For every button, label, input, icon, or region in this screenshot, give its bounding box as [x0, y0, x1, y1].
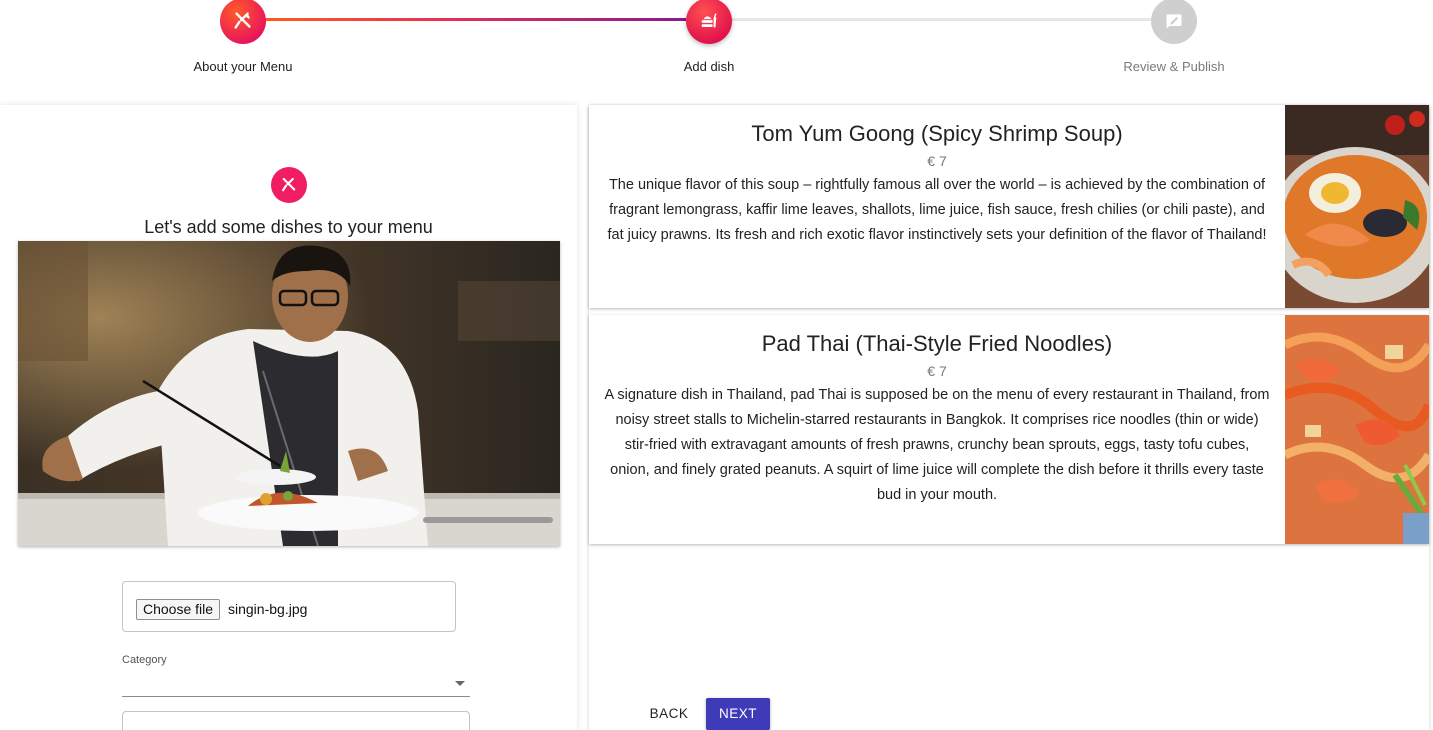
- file-upload-field[interactable]: Choose file singin-bg.jpg: [122, 581, 456, 632]
- choose-file-button[interactable]: Choose file: [136, 599, 221, 620]
- dish-name: Tom Yum Goong (Spicy Shrimp Soup): [751, 121, 1123, 146]
- step-add-dish-label: Add dish: [683, 59, 735, 74]
- section-cutlery-icon: [271, 167, 307, 203]
- add-dish-form-panel: Let's add some dishes to your menu Choos…: [0, 105, 577, 730]
- dish-info: Pad Thai (Thai-Style Fried Noodles) € 7 …: [589, 315, 1285, 508]
- dish-card[interactable]: Tom Yum Goong (Spicy Shrimp Soup) € 7 Th…: [589, 105, 1429, 308]
- soup-illustration: [1285, 105, 1429, 308]
- category-select[interactable]: [122, 671, 470, 697]
- step-review-publish-label: Review & Publish: [1123, 59, 1225, 74]
- step-about-menu-label: About your Menu: [193, 59, 293, 74]
- cutlery-icon: [234, 12, 251, 29]
- dish-image-tom-yum: [1285, 105, 1429, 308]
- step-about-menu-icon[interactable]: [220, 0, 266, 44]
- chef-plating-illustration: [18, 241, 560, 546]
- dish-price: € 7: [927, 363, 947, 379]
- step-review-publish-icon[interactable]: [1151, 0, 1197, 44]
- selected-filename: singin-bg.jpg: [228, 601, 308, 617]
- dish-name: Pad Thai (Thai-Style Fried Noodles): [761, 331, 1113, 356]
- step-connector-pending: [732, 18, 1152, 21]
- publish-icon: [1166, 14, 1182, 29]
- food-icon: [701, 13, 717, 28]
- form-heading: Let's add some dishes to your menu: [144, 217, 433, 237]
- dish-info: Tom Yum Goong (Spicy Shrimp Soup) € 7 Th…: [589, 105, 1285, 248]
- next-button[interactable]: NEXT: [706, 698, 770, 730]
- dish-name-field[interactable]: [122, 711, 470, 730]
- step-add-dish-icon[interactable]: [686, 0, 732, 44]
- dish-image-pad-thai: [1285, 315, 1429, 544]
- category-label: Category: [122, 654, 167, 666]
- dish-description: The unique flavor of this soup – rightfu…: [607, 177, 1267, 243]
- back-button[interactable]: BACK: [641, 698, 697, 730]
- chevron-down-icon: [455, 681, 465, 686]
- chef-image: [18, 241, 560, 546]
- dish-price: € 7: [927, 153, 947, 169]
- cutlery-glyph: [281, 177, 296, 192]
- noodles-illustration: [1285, 315, 1429, 544]
- dish-description: A signature dish in Thailand, pad Thai i…: [604, 387, 1270, 503]
- dish-preview-panel: Tom Yum Goong (Spicy Shrimp Soup) € 7 Th…: [589, 105, 1429, 730]
- stepper: About your Menu Add dish Review & Publis…: [0, 0, 1433, 100]
- dish-card[interactable]: Pad Thai (Thai-Style Fried Noodles) € 7 …: [589, 315, 1429, 544]
- step-connector-done: [266, 18, 686, 21]
